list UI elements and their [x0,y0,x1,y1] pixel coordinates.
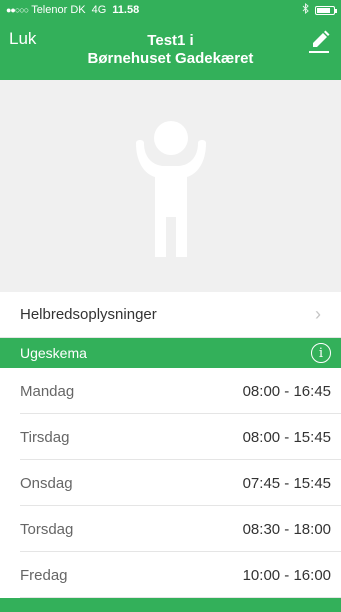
health-info-label: Helbredsoplysninger [20,306,157,323]
day-name: Mandag [20,382,75,400]
schedule-title: Ugeskema [20,345,87,361]
day-hours: 08:00 - 15:45 [242,428,331,446]
schedule-row-monday: Mandag 08:00 - 16:45 [0,368,341,414]
day-name: Tirsdag [20,428,70,446]
signal-strength-icon: ●●○○○ [6,5,29,15]
edit-button[interactable] [307,28,331,56]
schedule-row-tuesday: Tirsdag 08:00 - 15:45 [0,414,341,460]
status-right [302,2,337,17]
carrier-name: Telenor DK [31,4,86,16]
day-name: Fredag [20,566,68,584]
day-name: Onsdag [20,474,73,492]
battery-icon [315,5,337,15]
schedule-row-friday: Fredag 10:00 - 16:00 [0,552,341,598]
schedule-row-wednesday: Onsdag 07:45 - 15:45 [0,460,341,506]
schedule-row-thursday: Torsdag 08:30 - 18:00 [0,506,341,552]
day-hours: 10:00 - 16:00 [242,566,331,584]
network-type: 4G [91,4,107,16]
page-title-line1: Test1 i [147,32,194,49]
pencil-icon [309,30,330,53]
page-title-line2: Børnehuset Gadekæret [87,50,254,67]
status-time: 11.58 [112,4,140,16]
page-title: Test1 i Børnehuset Gadekæret [60,32,281,68]
close-button[interactable]: Luk [9,29,36,49]
child-silhouette-icon [135,121,206,257]
nav-bar: Luk Test1 i Børnehuset Gadekæret [0,20,341,80]
day-hours: 08:30 - 18:00 [242,520,331,538]
bluetooth-icon [302,2,309,17]
day-hours: 08:00 - 16:45 [242,382,331,400]
day-name: Torsdag [20,520,74,538]
schedule-list: Mandag 08:00 - 16:45 Tirsdag 08:00 - 15:… [0,368,341,598]
schedule-header: Ugeskema i [0,338,341,368]
chevron-right-icon: › [315,304,321,324]
status-bar: ●●○○○ Telenor DK 4G 11.58 [0,0,341,20]
day-hours: 07:45 - 15:45 [242,474,331,492]
health-info-row[interactable]: Helbredsoplysninger › [0,292,341,338]
child-photo-placeholder [0,80,341,292]
info-icon[interactable]: i [311,343,331,363]
next-section-header [0,598,341,612]
